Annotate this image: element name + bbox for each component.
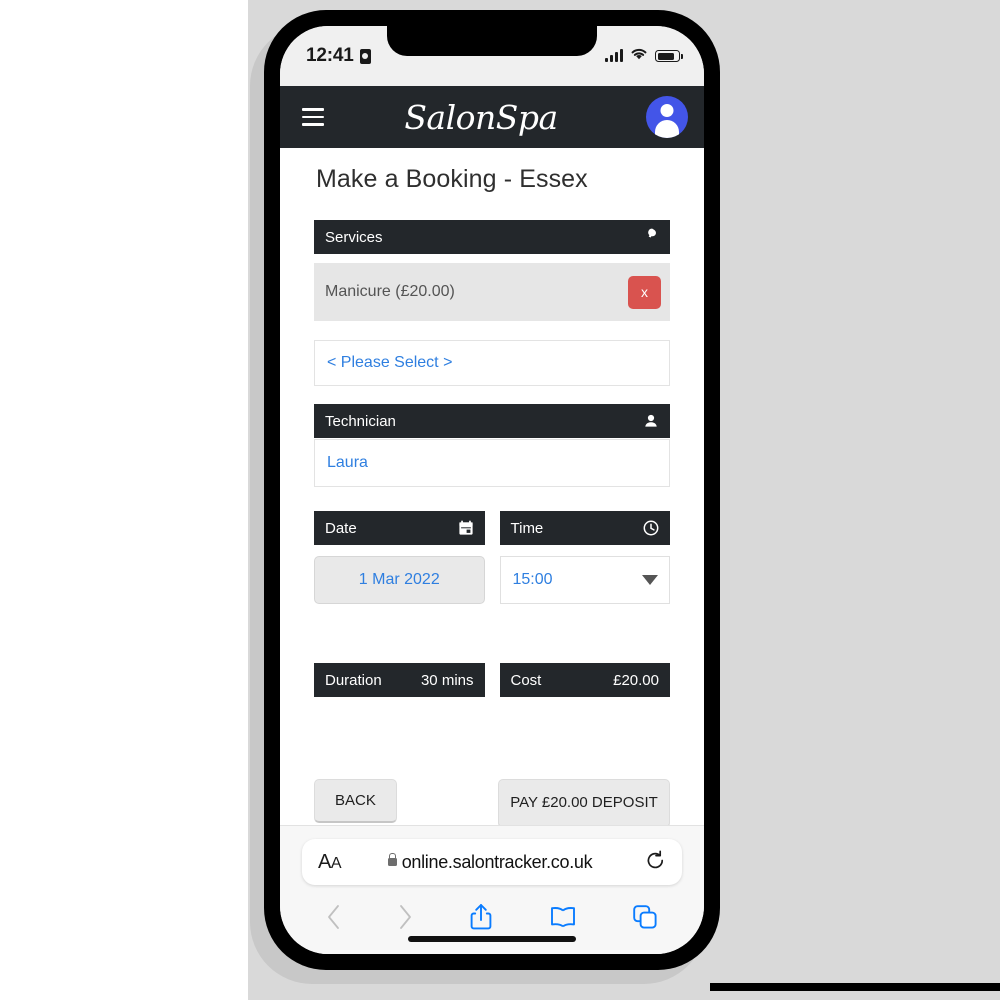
home-indicator: [408, 936, 576, 942]
wifi-icon: [630, 47, 648, 65]
duration-label: Duration: [325, 671, 382, 689]
cellular-signal-icon: [605, 49, 623, 62]
phone-notch: [387, 26, 597, 56]
chevron-right-icon[interactable]: [397, 904, 413, 930]
nail-polish-icon: [642, 227, 659, 247]
technician-select[interactable]: Laura: [314, 439, 670, 487]
person-icon: [643, 413, 659, 429]
lock-icon: [387, 852, 397, 866]
screenshot-stage: 12:41 SalonSpa Make a Booking - Essex Se…: [0, 0, 1000, 1000]
chevron-down-icon: [642, 575, 658, 585]
duration-value: 30 mins: [420, 671, 474, 689]
back-button[interactable]: BACK: [314, 779, 397, 823]
share-icon[interactable]: [469, 903, 493, 931]
date-time-row: Date 1 Mar 2022 Time 15:00: [314, 511, 670, 604]
cost-summary: Cost £20.00: [499, 663, 670, 697]
selected-service-row: Manicure (£20.00) x: [314, 263, 670, 321]
calendar-icon: [458, 520, 474, 536]
date-column: Date 1 Mar 2022: [314, 511, 485, 604]
technician-value: Laura: [327, 454, 368, 471]
services-section: Services Manicure (£20.00) x < Please Se…: [314, 220, 670, 386]
time-value: 15:00: [512, 571, 553, 588]
selected-service-label: Manicure (£20.00): [325, 283, 455, 300]
services-header-label: Services: [325, 228, 383, 246]
cost-value: £20.00: [613, 671, 659, 689]
safari-url-text: online.salontracker.co.uk: [401, 851, 593, 872]
actions-row: BACK PAY £20.00 DEPOSIT: [314, 779, 670, 826]
date-header: Date: [314, 511, 485, 545]
booking-page: Make a Booking - Essex Services Manicure…: [280, 148, 704, 826]
add-service-select[interactable]: < Please Select >: [314, 340, 670, 386]
time-header-label: Time: [510, 519, 544, 537]
brand-logo[interactable]: SalonSpa: [316, 98, 646, 137]
phone-screen: 12:41 SalonSpa Make a Booking - Essex Se…: [280, 26, 704, 954]
date-picker-button[interactable]: 1 Mar 2022: [314, 556, 485, 604]
duration-summary: Duration 30 mins: [314, 663, 485, 697]
page-title: Make a Booking - Essex: [316, 165, 588, 193]
battery-icon: [655, 50, 683, 62]
recording-indicator-icon: [359, 48, 371, 64]
tabs-icon[interactable]: [632, 904, 658, 930]
clock-icon: [643, 520, 659, 536]
backdrop-rule: [710, 983, 1000, 991]
technician-section: Technician Laura: [314, 404, 670, 487]
remove-service-button[interactable]: x: [628, 275, 661, 309]
date-value: 1 Mar 2022: [358, 571, 440, 588]
safari-url-text-group: online.salontracker.co.uk: [335, 852, 645, 873]
status-bar-left: 12:41: [306, 45, 371, 67]
status-bar-time: 12:41: [306, 45, 354, 66]
phone-mockup: 12:41 SalonSpa Make a Booking - Essex Se…: [264, 10, 720, 970]
chevron-left-icon[interactable]: [326, 904, 342, 930]
technician-header-label: Technician: [325, 412, 396, 430]
user-avatar-icon[interactable]: [646, 96, 688, 138]
technician-header: Technician: [314, 404, 670, 438]
time-column: Time 15:00: [499, 511, 670, 604]
safari-toolbar: [280, 896, 704, 938]
time-header: Time: [499, 511, 670, 545]
reload-icon[interactable]: [645, 850, 666, 875]
date-header-label: Date: [325, 519, 357, 537]
safari-url-bar[interactable]: AA online.salontracker.co.uk: [302, 839, 682, 885]
add-service-select-value: < Please Select >: [327, 354, 453, 371]
site-header: SalonSpa: [280, 86, 704, 148]
status-bar-right: [605, 47, 683, 65]
summary-row: Duration 30 mins Cost £20.00: [314, 663, 670, 697]
page-left-background: [0, 0, 248, 1000]
pay-deposit-button[interactable]: PAY £20.00 DEPOSIT: [498, 779, 670, 826]
services-header: Services: [314, 220, 670, 254]
safari-bottom-chrome: AA online.salontracker.co.uk: [280, 825, 704, 954]
time-select[interactable]: 15:00: [499, 556, 670, 604]
book-icon[interactable]: [549, 905, 577, 929]
cost-label: Cost: [510, 671, 542, 689]
